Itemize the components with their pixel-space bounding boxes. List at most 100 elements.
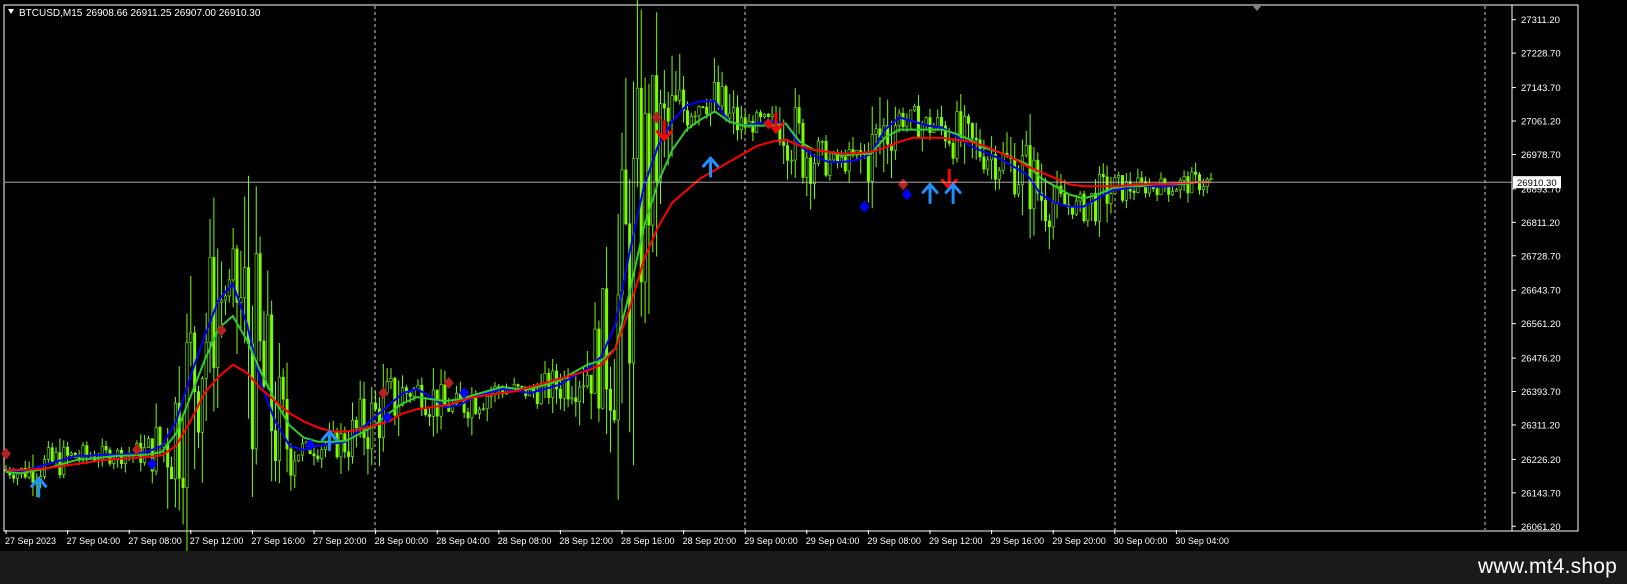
candle-body — [231, 248, 235, 281]
candle-body — [69, 452, 73, 456]
candle-body — [312, 453, 316, 457]
candle-body — [1194, 171, 1198, 175]
candle-body — [893, 125, 897, 151]
candle-body — [966, 116, 970, 124]
candle-body — [728, 112, 732, 119]
candle-body — [816, 141, 820, 164]
candle-body — [874, 128, 878, 135]
candle-body — [358, 398, 362, 429]
candle-body — [936, 117, 940, 128]
candle-body — [940, 117, 944, 127]
candle-body — [820, 140, 824, 143]
candle-body — [1051, 202, 1055, 228]
x-tick-label: 29 Sep 16:00 — [991, 536, 1045, 546]
candle-body — [1094, 193, 1098, 222]
candle-body — [146, 438, 150, 448]
candle-body — [431, 389, 435, 417]
candle-body — [1209, 178, 1213, 180]
y-tick-label: 26476.20 — [1521, 354, 1561, 365]
candle-body — [797, 107, 801, 124]
candle-body — [578, 386, 582, 402]
x-tick-label: 28 Sep 16:00 — [621, 536, 675, 546]
candle-body — [770, 113, 774, 117]
sell_diamond-icon — [1, 447, 11, 460]
candle-body — [905, 119, 909, 127]
candle-body — [1020, 154, 1024, 186]
candle-body — [1074, 200, 1078, 215]
candle-body — [662, 103, 666, 109]
candle-body — [354, 419, 358, 429]
candle-body — [1101, 174, 1105, 178]
candle-body — [316, 455, 320, 460]
candle-body — [1182, 176, 1186, 181]
candle-body — [339, 433, 343, 458]
candle-body — [451, 403, 455, 412]
footer-bar: www.mt4.shop — [0, 551, 1627, 584]
candle-body — [366, 437, 370, 450]
candle-body — [570, 397, 574, 400]
candle-body — [1070, 207, 1074, 215]
candle-body — [1171, 190, 1175, 195]
x-tick-label: 28 Sep 08:00 — [498, 536, 552, 546]
x-tick-label: 27 Sep 04:00 — [67, 536, 121, 546]
x-tick-label: 29 Sep 12:00 — [929, 536, 983, 546]
candle-body — [597, 328, 601, 409]
price-chart[interactable]: 27311.20 27228.70 27143.70 27061.20 26978.70… — [0, 0, 1627, 568]
y-tick-label: 27311.20 — [1521, 15, 1560, 26]
candle-body — [485, 395, 489, 409]
candle-body — [670, 95, 674, 122]
candle-body — [585, 374, 589, 387]
candle-body — [208, 256, 212, 343]
candle-body — [720, 86, 724, 107]
candle-body — [535, 391, 539, 405]
candle-body — [724, 86, 728, 119]
candle-body — [170, 466, 174, 480]
buy-arrow-icon — [921, 182, 939, 204]
candle-body — [709, 100, 713, 115]
candle-body — [1167, 186, 1171, 195]
y-tick-label: 26226.20 — [1521, 455, 1561, 466]
candle-body — [735, 107, 739, 131]
buy-arrow-icon — [702, 156, 720, 178]
candle-body — [289, 448, 293, 476]
candle-body — [870, 134, 874, 182]
candle-body — [909, 109, 913, 121]
x-tick-label: 28 Sep 20:00 — [683, 536, 737, 546]
candle-body — [424, 408, 428, 415]
x-tick-label: 27 Sep 2023 — [5, 536, 56, 546]
candle-body — [697, 106, 701, 117]
candle-body — [755, 112, 759, 133]
candle-body — [62, 446, 66, 476]
shift-marker-icon[interactable] — [1252, 5, 1262, 11]
candle-body — [805, 157, 809, 178]
x-tick-label: 27 Sep 12:00 — [190, 536, 244, 546]
y-tick-label: 26728.70 — [1521, 251, 1561, 262]
candle-body — [123, 455, 127, 464]
candle-body — [624, 169, 628, 225]
candle-body — [751, 120, 755, 133]
candle-body — [1186, 176, 1190, 194]
candle-body — [612, 410, 616, 421]
candle-body — [481, 408, 485, 410]
candle-body — [185, 342, 189, 488]
candle-body — [786, 145, 790, 161]
candle-body — [216, 301, 220, 368]
candle-body — [181, 477, 185, 488]
candle-body — [635, 87, 639, 159]
candle-body — [54, 452, 58, 462]
candle-body — [120, 450, 124, 464]
candle-body — [605, 288, 609, 390]
candle-body — [281, 376, 285, 400]
y-tick-label: 26978.70 — [1521, 150, 1561, 161]
sell_diamond-icon — [898, 178, 909, 191]
y-tick-label: 26311.20 — [1521, 420, 1560, 431]
chart-area[interactable]: 27311.20 27228.70 27143.70 27061.20 26978.70… — [0, 0, 1627, 568]
candle-body — [189, 332, 193, 343]
candle-body — [558, 388, 562, 399]
symbol-menu-triangle-icon[interactable] — [8, 9, 14, 14]
y-tick-label: 27143.70 — [1521, 83, 1561, 94]
candle-body — [104, 445, 108, 451]
candle-body — [470, 396, 474, 419]
candle-body — [1201, 186, 1205, 191]
candle-body — [66, 446, 70, 456]
